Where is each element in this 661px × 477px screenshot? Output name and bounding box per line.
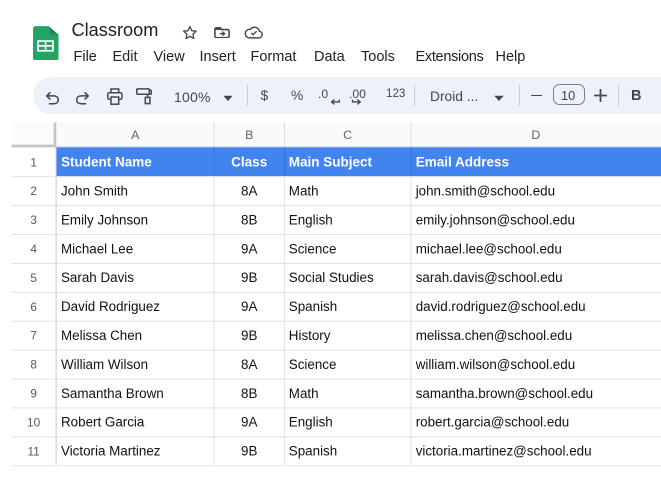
svg-text:8B: 8B bbox=[241, 212, 257, 227]
svg-text:William Wilson: William Wilson bbox=[61, 357, 148, 372]
svg-text:6: 6 bbox=[30, 300, 37, 314]
svg-text:8: 8 bbox=[30, 358, 37, 372]
svg-text:Melissa Chen: Melissa Chen bbox=[61, 328, 142, 343]
svg-text:2: 2 bbox=[30, 184, 37, 198]
svg-text:C: C bbox=[343, 128, 352, 142]
svg-text:john.smith@school.edu: john.smith@school.edu bbox=[415, 184, 555, 199]
svg-text:8A: 8A bbox=[241, 184, 257, 199]
svg-text:D: D bbox=[531, 128, 540, 142]
svg-text:Sarah Davis: Sarah Davis bbox=[61, 270, 134, 285]
svg-text:9B: 9B bbox=[241, 328, 257, 343]
svg-text:David Rodriguez: David Rodriguez bbox=[61, 299, 160, 314]
svg-text:English: English bbox=[289, 415, 333, 430]
svg-text:7: 7 bbox=[30, 329, 37, 343]
svg-text:4: 4 bbox=[30, 242, 37, 256]
svg-text:Student Name: Student Name bbox=[61, 155, 152, 170]
svg-text:3: 3 bbox=[30, 213, 37, 227]
svg-text:English: English bbox=[289, 212, 333, 227]
svg-text:John Smith: John Smith bbox=[61, 184, 128, 199]
svg-text:1: 1 bbox=[30, 155, 37, 169]
svg-text:Email Address: Email Address bbox=[416, 155, 509, 170]
svg-text:Social Studies: Social Studies bbox=[289, 270, 374, 285]
svg-text:sarah.davis@school.edu: sarah.davis@school.edu bbox=[416, 270, 563, 285]
svg-text:Math: Math bbox=[289, 184, 319, 199]
svg-text:Science: Science bbox=[289, 357, 337, 372]
svg-text:History: History bbox=[289, 328, 331, 343]
svg-text:victoria.martinez@school.edu: victoria.martinez@school.edu bbox=[416, 444, 592, 459]
svg-text:Victoria Martinez: Victoria Martinez bbox=[61, 444, 161, 459]
svg-text:Spanish: Spanish bbox=[289, 299, 337, 314]
svg-text:8A: 8A bbox=[241, 357, 257, 372]
svg-text:9A: 9A bbox=[241, 241, 257, 256]
svg-text:9A: 9A bbox=[241, 415, 257, 430]
svg-text:samantha.brown@school.edu: samantha.brown@school.edu bbox=[416, 386, 593, 401]
svg-text:melissa.chen@school.edu: melissa.chen@school.edu bbox=[416, 328, 573, 343]
svg-text:9A: 9A bbox=[241, 299, 257, 314]
svg-text:9B: 9B bbox=[241, 444, 257, 459]
svg-text:B: B bbox=[245, 128, 253, 142]
svg-text:Math: Math bbox=[289, 386, 319, 401]
svg-text:Michael Lee: Michael Lee bbox=[61, 241, 133, 256]
svg-text:emily.johnson@school.edu: emily.johnson@school.edu bbox=[416, 212, 575, 227]
svg-text:10: 10 bbox=[27, 415, 41, 429]
svg-text:9: 9 bbox=[30, 387, 37, 401]
svg-text:Science: Science bbox=[289, 241, 337, 256]
svg-text:Class: Class bbox=[231, 155, 267, 170]
svg-text:robert.garcia@school.edu: robert.garcia@school.edu bbox=[416, 415, 570, 430]
svg-text:Samantha Brown: Samantha Brown bbox=[61, 386, 164, 401]
svg-text:Robert Garcia: Robert Garcia bbox=[61, 415, 145, 430]
svg-text:david.rodriguez@school.edu: david.rodriguez@school.edu bbox=[416, 299, 586, 314]
svg-text:Main Subject: Main Subject bbox=[289, 155, 373, 170]
svg-text:Spanish: Spanish bbox=[289, 444, 337, 459]
svg-text:Emily Johnson: Emily Johnson bbox=[61, 212, 148, 227]
svg-text:9B: 9B bbox=[241, 270, 257, 285]
svg-text:michael.lee@school.edu: michael.lee@school.edu bbox=[416, 241, 562, 256]
svg-text:8B: 8B bbox=[241, 386, 257, 401]
svg-text:5: 5 bbox=[30, 271, 37, 285]
svg-text:A: A bbox=[131, 128, 140, 142]
svg-text:william.wilson@school.edu: william.wilson@school.edu bbox=[415, 357, 575, 372]
svg-text:11: 11 bbox=[27, 444, 39, 458]
